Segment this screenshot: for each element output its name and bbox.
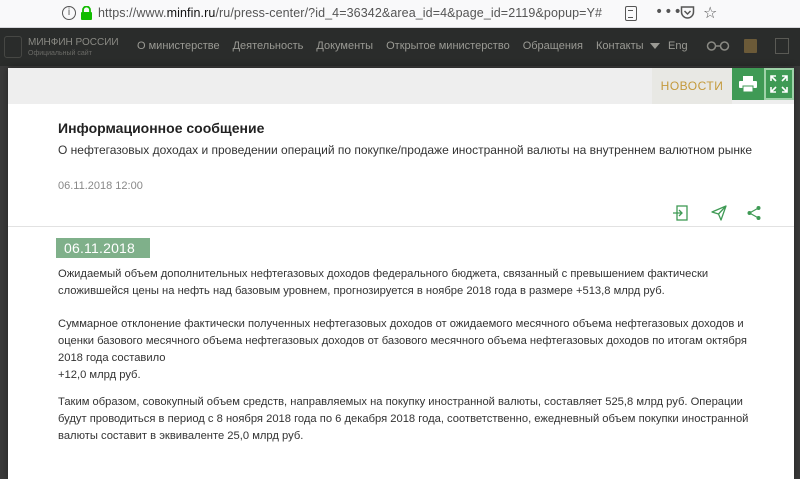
bookmark-star-icon[interactable]: ☆ xyxy=(703,3,717,22)
pocket-icon[interactable] xyxy=(680,5,695,20)
paragraph-total: Таким образом, совокупный объем средств,… xyxy=(58,396,749,442)
publish-datetime: 06.11.2018 12:00 xyxy=(58,180,143,192)
export-icon[interactable] xyxy=(672,205,688,221)
paragraph-deviation: Суммарное отклонение фактически полученн… xyxy=(58,316,768,384)
site-name-title: МИНФИН РОССИИ xyxy=(28,37,119,48)
expand-button[interactable] xyxy=(764,68,794,100)
page-title: Информационное сообщение xyxy=(58,120,265,136)
print-button[interactable] xyxy=(732,68,764,100)
reader-view-icon[interactable] xyxy=(625,6,637,21)
site-name-subtitle: Официальный сайт xyxy=(28,50,92,57)
nav-item-contacts-label: Контакты xyxy=(596,40,644,52)
nav-item-activity[interactable]: Деятельность xyxy=(233,40,304,52)
nav-item-contacts[interactable]: Контакты xyxy=(596,40,660,52)
url-host: minfin.ru xyxy=(166,6,216,20)
flag-icon[interactable] xyxy=(744,39,757,53)
chevron-down-icon xyxy=(649,43,660,50)
paragraph-deviation-amount: +12,0 млрд руб. xyxy=(58,369,141,381)
paragraph-forecast: Ожидаемый объем дополнительных нефтегазо… xyxy=(58,268,709,297)
site-header: МИНФИН РОССИИ Официальный сайт О министе… xyxy=(0,28,800,66)
more-icon[interactable]: ••• xyxy=(655,4,683,20)
language-switch[interactable]: Eng xyxy=(668,40,688,52)
expand-icon xyxy=(770,75,788,93)
main-menu: О министерстве Деятельность Документы От… xyxy=(137,40,660,52)
nav-item-about[interactable]: О министерстве xyxy=(137,40,220,52)
search-icon[interactable] xyxy=(775,38,789,54)
date-badge: 06.11.2018 xyxy=(56,238,150,258)
info-icon[interactable]: i xyxy=(62,6,76,20)
nav-item-documents[interactable]: Документы xyxy=(316,40,373,52)
url-prefix: https://www. xyxy=(98,6,167,20)
news-modal: НОВОСТИ Информационное сообщение О нефте… xyxy=(8,68,794,479)
browser-toolbar: i https://www.minfin.ru/ru/press-center/… xyxy=(0,0,800,28)
nav-item-open-ministry[interactable]: Открытое министерство xyxy=(386,40,510,52)
address-bar[interactable]: https://www.minfin.ru/ru/press-center/?i… xyxy=(98,6,602,20)
site-name[interactable]: МИНФИН РОССИИ Официальный сайт xyxy=(28,37,119,59)
print-icon xyxy=(739,76,757,93)
url-path: /ru/press-center/?id_4=36342&area_id=4&p… xyxy=(215,6,603,20)
divider xyxy=(8,226,794,227)
paragraph-deviation-text: Суммарное отклонение фактически полученн… xyxy=(58,318,747,364)
glasses-icon[interactable] xyxy=(706,41,730,51)
send-icon[interactable] xyxy=(711,205,727,221)
site-logo-icon[interactable] xyxy=(4,36,22,58)
news-tab[interactable]: НОВОСТИ xyxy=(652,68,732,104)
nav-item-appeals[interactable]: Обращения xyxy=(523,40,583,52)
page-subtitle: О нефтегазовых доходах и проведении опер… xyxy=(58,143,753,157)
share-icon[interactable] xyxy=(746,205,762,221)
lock-icon[interactable] xyxy=(80,6,93,20)
